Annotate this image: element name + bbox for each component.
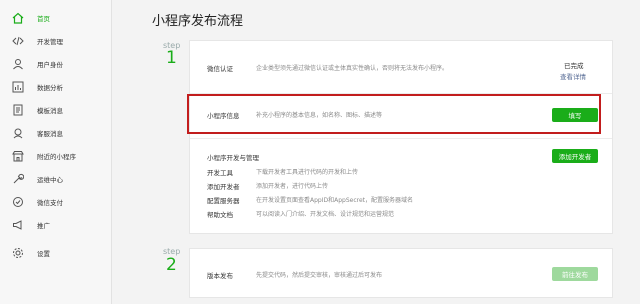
sidebar-item-label: 开发管理: [37, 37, 63, 46]
sidebar-item-label: 客服消息: [37, 129, 63, 138]
user-icon: [12, 58, 24, 70]
dev-item-key: 配置服务器: [207, 197, 240, 205]
dev-item-value[interactable]: 在开发设置页面查看AppID和AppSecret，配置服务器域名: [256, 195, 413, 204]
sidebar-item-customer-message[interactable]: 客服消息: [0, 121, 112, 144]
sidebar-item-user-identity[interactable]: 用户身份: [0, 52, 112, 75]
store-icon: [12, 150, 24, 162]
step2-card: 版本发布 先提交代码，然后提交审核，审核通过后可发布 前往发布: [189, 248, 613, 298]
chat-icon: [12, 127, 24, 139]
row-description: 先提交代码，然后提交审核，审核通过后可发布: [256, 272, 383, 279]
sidebar-item-dev-management[interactable]: 开发管理: [0, 29, 112, 52]
step-number: 2: [166, 255, 177, 275]
row-description: 企业类型须先通过微信认证或主体真实性确认，否则将无法发布小程序。: [256, 65, 449, 72]
view-details-link[interactable]: 查看详情: [560, 71, 586, 81]
sidebar-item-wechat-pay[interactable]: 微信支付: [0, 190, 112, 213]
sidebar-item-label: 模板消息: [37, 106, 63, 115]
row-title: 版本发布: [207, 272, 233, 280]
pay-icon: [12, 196, 24, 208]
dev-item-value[interactable]: 添加开发者，进行代码上传: [256, 181, 328, 190]
sidebar-item-label: 用户身份: [37, 60, 63, 69]
page-title: 小程序发布流程: [152, 14, 244, 29]
megaphone-icon: [12, 219, 24, 231]
sidebar-item-label: 推广: [37, 221, 50, 230]
sidebar-item-settings[interactable]: 设置: [0, 241, 112, 264]
code-icon: [12, 35, 24, 47]
wrench-icon: [12, 173, 24, 185]
step1-card: 微信认证 企业类型须先通过微信认证或主体真实性确认，否则将无法发布小程序。 已完…: [189, 40, 613, 234]
sidebar-item-label: 附近的小程序: [37, 152, 76, 161]
row-title: 微信认证: [207, 65, 233, 73]
sidebar-item-nearby-miniprogram[interactable]: 附近的小程序: [0, 144, 112, 167]
sidebar-item-label: 运维中心: [37, 175, 63, 184]
status-completed: 已完成: [564, 62, 584, 70]
gear-icon: [12, 247, 24, 259]
sidebar-item-promotion[interactable]: 推广: [0, 213, 112, 236]
row-title: 小程序开发与管理: [207, 154, 259, 162]
document-icon: [12, 104, 24, 116]
dev-item-value[interactable]: 可以阅读入门介绍、开发文档、设计规范和运营规范: [256, 209, 394, 218]
sidebar-item-label: 数据分析: [37, 83, 63, 92]
highlight-box: [187, 94, 601, 134]
sidebar-item-label: 微信支付: [37, 198, 63, 207]
dev-item-key: 开发工具: [207, 169, 233, 177]
home-icon: [12, 12, 24, 24]
sidebar-item-template-message[interactable]: 模板消息: [0, 98, 112, 121]
add-developer-button[interactable]: 添加开发者: [552, 149, 598, 163]
sidebar: 首页 开发管理 用户身份 数据分析 模板消息 客服消息 附近的小程序 运维中心 …: [0, 0, 112, 304]
dev-item-value[interactable]: 下载开发者工具进行代码的开发和上传: [256, 167, 358, 176]
dev-item-key: 添加开发者: [207, 183, 240, 191]
go-release-button[interactable]: 前往发布: [552, 267, 598, 281]
chart-icon: [12, 81, 24, 93]
sidebar-item-home[interactable]: 首页: [0, 6, 112, 29]
step-number: 1: [166, 48, 177, 68]
sidebar-item-label: 设置: [37, 249, 50, 258]
dev-item-key: 帮助文档: [207, 211, 233, 219]
divider: [190, 138, 612, 139]
sidebar-item-label: 首页: [37, 14, 50, 23]
sidebar-item-ops-center[interactable]: 运维中心: [0, 167, 112, 190]
sidebar-item-data-analysis[interactable]: 数据分析: [0, 75, 112, 98]
